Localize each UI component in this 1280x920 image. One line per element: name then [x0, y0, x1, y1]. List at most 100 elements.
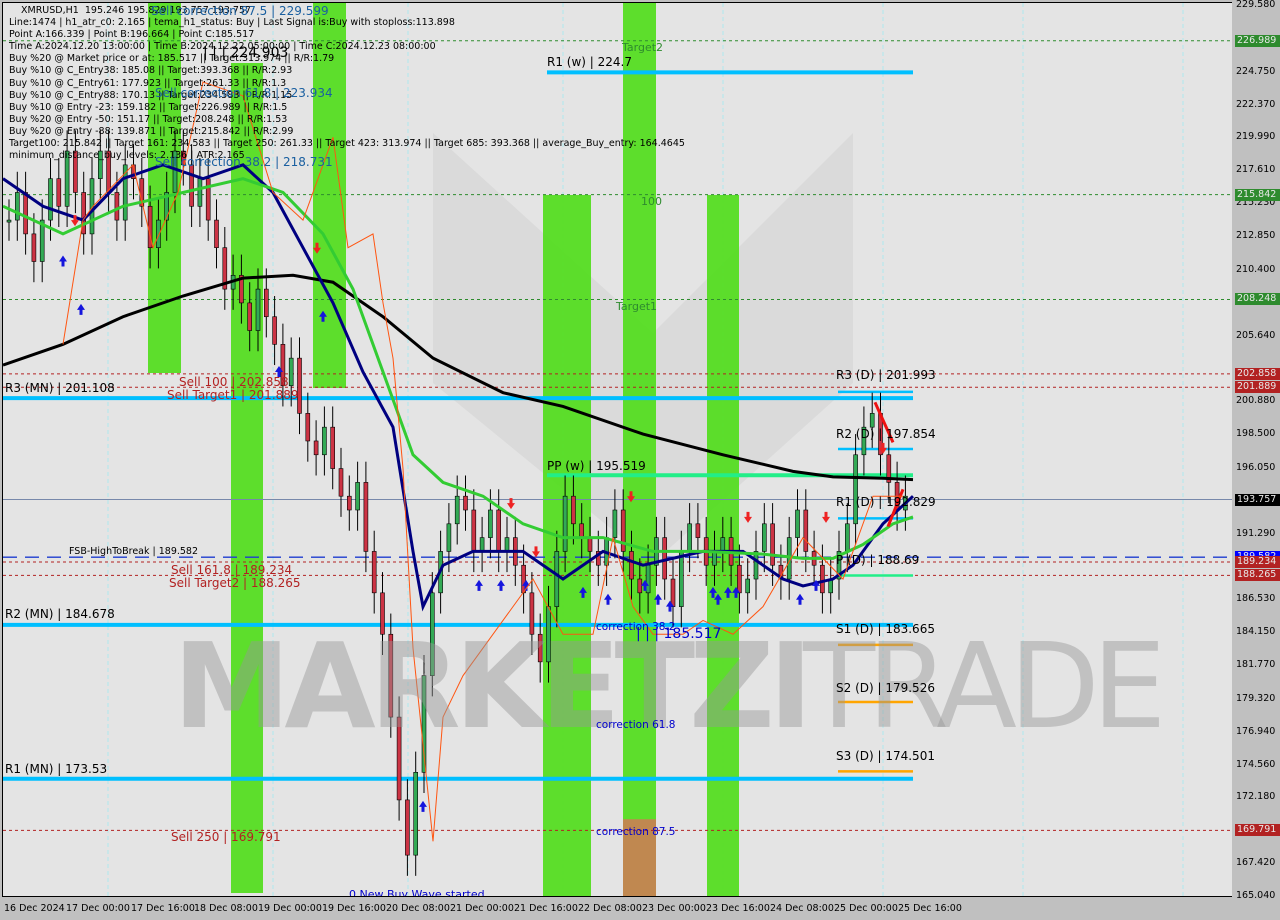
price-tick: 191.290: [1236, 527, 1276, 539]
candle-body: [554, 551, 560, 607]
candle-body: [463, 495, 468, 511]
candle-body: [322, 426, 327, 456]
candle-body: [297, 357, 302, 414]
candle-body: [189, 164, 194, 207]
r2-daily-label: R2 (D) | 197.854: [836, 427, 936, 441]
time-tick: 21 Dec 00:00: [450, 903, 514, 914]
price-tick: 196.050: [1236, 461, 1276, 473]
candle-body: [629, 551, 634, 580]
time-tick: 17 Dec 00:00: [66, 903, 130, 914]
r3-monthly-label: R3 (MN) | 201.108: [5, 381, 115, 395]
fsb-label: FSB-HighToBreak | 189.582: [69, 546, 199, 557]
r1-daily-label: R1 (D) | 192.829: [836, 495, 936, 509]
candle-body: [803, 509, 809, 552]
candle-body: [156, 219, 161, 248]
price-badge: 215.842: [1235, 188, 1280, 201]
candle-body: [255, 288, 261, 331]
candle-body: [114, 192, 120, 221]
price-tick: 200.880: [1236, 395, 1276, 407]
p-daily-label: P (D) | 188.69: [836, 553, 920, 567]
correction-875-label: correction 87.5: [596, 826, 676, 838]
info-line: Buy %10 @ Entry -23: 159.182 || Target:2…: [9, 101, 288, 113]
price-tick: 222.370: [1236, 98, 1276, 110]
candle-body: [645, 564, 651, 594]
candle-body: [753, 551, 759, 580]
candle-body: [346, 495, 352, 511]
sell-arrow-icon: [744, 511, 752, 523]
s1-daily-label: S1 (D) | 183.665: [836, 622, 935, 636]
s3-daily-label: S3 (D) | 174.501: [836, 749, 935, 763]
price-tick: 176.940: [1236, 725, 1276, 737]
candle-body: [31, 233, 37, 262]
price-badge: 193.757: [1235, 493, 1280, 506]
candle-body: [761, 523, 767, 552]
time-tick: 23 Dec 00:00: [642, 903, 706, 914]
correction-382-label: correction 38.2: [596, 621, 676, 633]
new-wave-label: 0 New Buy Wave started: [349, 888, 485, 897]
price-tick: 184.150: [1236, 626, 1276, 638]
candle-body: [678, 551, 684, 607]
candle-body: [446, 523, 452, 552]
time-tick: 19 Dec 00:00: [258, 903, 322, 914]
candle-body: [23, 192, 28, 235]
sell-arrow-icon: [822, 511, 830, 523]
price-badge: 188.265: [1235, 569, 1280, 582]
info-line: Buy %20 @ Entry -88: 139.871 || Target:2…: [9, 125, 294, 137]
candle-body: [413, 772, 419, 856]
candle-body: [496, 509, 502, 552]
price-badge: 201.889: [1235, 381, 1280, 394]
info-line: Line:1474 | h1_atr_c0: 2.165 | tema_h1_s…: [9, 17, 455, 28]
candle-body: [695, 523, 701, 538]
candle-body: [471, 509, 477, 552]
correction-618-label: correction 61.8: [596, 719, 676, 731]
time-tick: 25 Dec 00:00: [834, 903, 898, 914]
price-tick: 165.040: [1236, 890, 1276, 901]
price-tick: 224.750: [1236, 65, 1276, 77]
sell-100-label: Sell 100 | 202.858: [179, 375, 289, 389]
candle-body: [587, 537, 593, 552]
candle-body: [305, 413, 311, 442]
candle-body: [562, 495, 568, 552]
candle-body: [488, 509, 493, 538]
buy-arrow-icon: [77, 303, 85, 315]
buy-arrow-icon: [475, 579, 483, 591]
candle-body: [737, 564, 742, 594]
s2-daily-label: S2 (D) | 179.526: [836, 681, 935, 695]
time-tick: 21 Dec 16:00: [514, 903, 578, 914]
candle-body: [853, 454, 858, 525]
sell-correction-382-label: Sell correction 38.2 | 218.731: [155, 155, 333, 169]
candle-body: [272, 316, 277, 345]
candle-body: [571, 495, 576, 525]
candle-body: [662, 537, 668, 580]
candle-body: [56, 178, 62, 207]
info-line: Point A:166.339 | Point B:196.664 | Poin…: [9, 29, 255, 41]
candle-body: [263, 288, 269, 318]
r1-weekly-label: R1 (w) | 224.7: [547, 55, 632, 69]
r2-monthly-label: R2 (MN) | 184.678: [5, 607, 115, 621]
time-tick: 24 Dec 08:00: [770, 903, 834, 914]
candle-body: [247, 302, 252, 331]
price-tick: 186.530: [1236, 593, 1276, 605]
candle-body: [687, 523, 692, 552]
candle-body: [612, 509, 618, 538]
price-tick: 219.990: [1236, 131, 1276, 143]
info-line: Target100: 215.842 || Target 161: 234.58…: [9, 138, 685, 149]
level-100-label: 100: [641, 195, 662, 208]
sell-correction-618-label: Sell correction 61.8 | 223.934: [155, 86, 333, 100]
time-tick: 19 Dec 16:00: [322, 903, 386, 914]
chart-area[interactable]: MARKETZI TRADE XMRUSD,H1 195.246 195.829…: [2, 2, 1233, 897]
time-tick: 23 Dec 16:00: [706, 903, 770, 914]
candle-body: [670, 578, 676, 607]
candle-body: [355, 482, 360, 511]
high-point-label: | | | 224.903: [203, 45, 289, 61]
candle-body: [197, 178, 203, 207]
time-tick: 17 Dec 16:00: [131, 903, 195, 914]
price-tick: 174.560: [1236, 758, 1276, 770]
sell-arrow-icon: [532, 546, 540, 558]
time-tick: 16 Dec 2024: [4, 903, 65, 914]
price-badge: 226.989: [1235, 34, 1280, 47]
buy-arrow-icon: [497, 579, 505, 591]
target1-label: Target1: [616, 300, 658, 313]
price-badge: 208.248: [1235, 293, 1280, 306]
r3-daily-label: R3 (D) | 201.993: [836, 368, 936, 382]
